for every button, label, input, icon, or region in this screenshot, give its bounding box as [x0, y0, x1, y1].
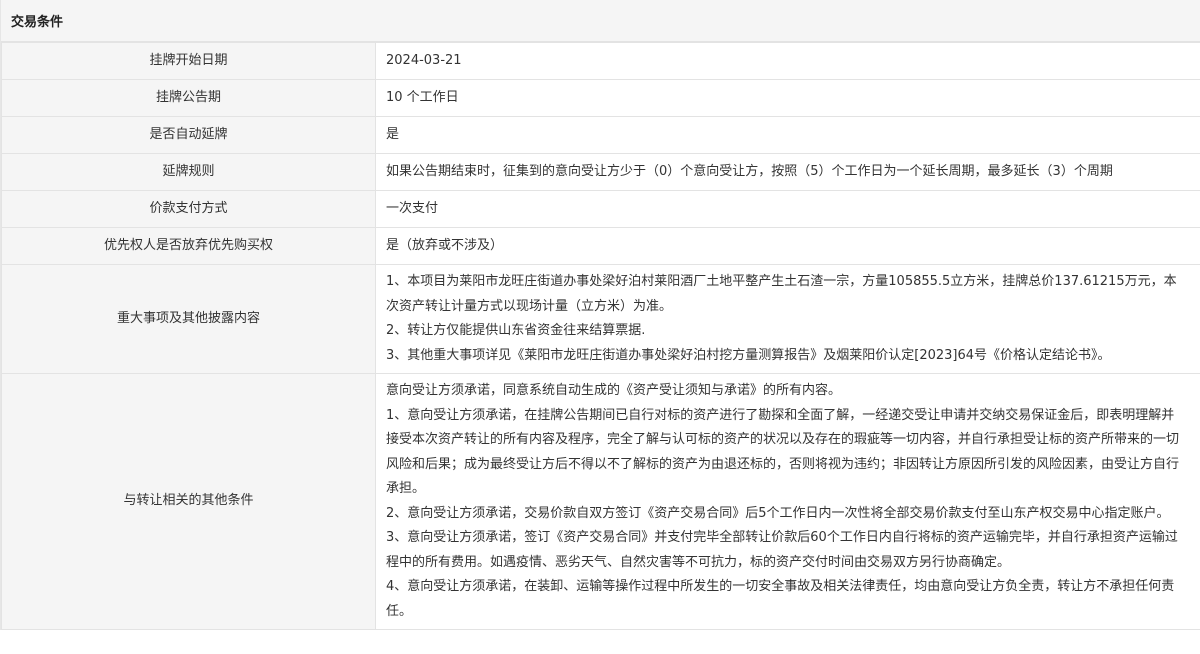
row-value-extension-rules: 如果公告期结束时，征集到的意向受让方少于（0）个意向受让方，按照（5）个工作日为…: [375, 153, 1200, 191]
other-conditions-paragraph: 1、意向受让方须承诺，在挂牌公告期间已自行对标的资产进行了勘探和全面了解，一经递…: [386, 407, 1180, 497]
section-title: 交易条件: [1, 0, 1200, 42]
row-label-auto-extension: 是否自动延牌: [1, 116, 376, 154]
table-row: 挂牌开始日期 2024-03-21: [1, 42, 1200, 80]
row-label-major-matters: 重大事项及其他披露内容: [1, 264, 376, 374]
other-conditions-paragraph: 2、意向受让方须承诺，交易价款自双方签订《资产交易合同》后5个工作日内一次性将全…: [386, 505, 1170, 521]
row-label-listing-start-date: 挂牌开始日期: [1, 42, 376, 80]
table-row: 延牌规则 如果公告期结束时，征集到的意向受让方少于（0）个意向受让方，按照（5）…: [1, 153, 1200, 191]
other-conditions-paragraph: 意向受让方须承诺，同意系统自动生成的《资产受让须知与承诺》的所有内容。: [386, 383, 842, 398]
row-value-announcement-period: 10 个工作日: [375, 79, 1200, 117]
table-row: 挂牌公告期 10 个工作日: [1, 79, 1200, 117]
conditions-table: 挂牌开始日期 2024-03-21 挂牌公告期 10 个工作日 是否自动延牌 是…: [1, 42, 1200, 630]
row-value-payment-method: 一次支付: [375, 190, 1200, 228]
other-conditions-paragraph: 3、意向受让方须承诺，签订《资产交易合同》并支付完毕全部转让价款后60个工作日内…: [386, 530, 1178, 570]
row-label-preemptive-right: 优先权人是否放弃优先购买权: [1, 227, 376, 265]
trading-conditions-panel: 交易条件 挂牌开始日期 2024-03-21 挂牌公告期 10 个工作日 是否自…: [0, 0, 1200, 630]
row-value-other-conditions: 意向受让方须承诺，同意系统自动生成的《资产受让须知与承诺》的所有内容。 1、意向…: [375, 373, 1200, 630]
row-value-listing-start-date: 2024-03-21: [375, 42, 1200, 80]
other-conditions-paragraph: 4、意向受让方须承诺，在装卸、运输等操作过程中所发生的一切安全事故及相关法律责任…: [386, 579, 1175, 619]
row-value-preemptive-right: 是（放弃或不涉及）: [375, 227, 1200, 265]
table-row: 优先权人是否放弃优先购买权 是（放弃或不涉及）: [1, 227, 1200, 265]
table-row: 价款支付方式 一次支付: [1, 190, 1200, 228]
major-matters-paragraph: 1、本项目为莱阳市龙旺庄街道办事处梁好泊村莱阳酒厂土地平整产生土石渣一宗，方量1…: [386, 274, 1177, 314]
row-value-major-matters: 1、本项目为莱阳市龙旺庄街道办事处梁好泊村莱阳酒厂土地平整产生土石渣一宗，方量1…: [375, 264, 1200, 374]
major-matters-paragraph: 3、其他重大事项详见《莱阳市龙旺庄街道办事处梁好泊村挖方量测算报告》及烟莱阳价认…: [386, 347, 1111, 363]
major-matters-paragraph: 2、转让方仅能提供山东省资金往来结算票据.: [386, 323, 646, 338]
table-row: 与转让相关的其他条件 意向受让方须承诺，同意系统自动生成的《资产受让须知与承诺》…: [1, 373, 1200, 630]
row-label-announcement-period: 挂牌公告期: [1, 79, 376, 117]
row-value-auto-extension: 是: [375, 116, 1200, 154]
table-row: 重大事项及其他披露内容 1、本项目为莱阳市龙旺庄街道办事处梁好泊村莱阳酒厂土地平…: [1, 264, 1200, 374]
row-label-other-conditions: 与转让相关的其他条件: [1, 373, 376, 630]
table-row: 是否自动延牌 是: [1, 116, 1200, 154]
row-label-payment-method: 价款支付方式: [1, 190, 376, 228]
row-label-extension-rules: 延牌规则: [1, 153, 376, 191]
